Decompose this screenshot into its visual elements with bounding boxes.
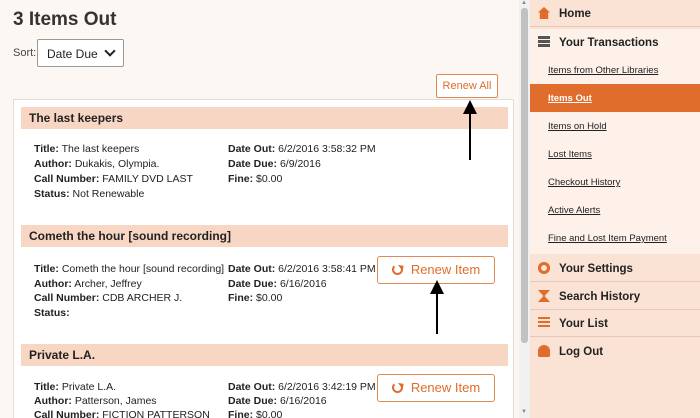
item-date-out: Date Out: 6/2/2016 3:58:32 PM bbox=[228, 143, 376, 155]
item-fine: Fine: $0.00 bbox=[228, 292, 283, 304]
item-header: The last keepers bbox=[21, 107, 508, 129]
item-date-due: Date Due: 6/16/2016 bbox=[228, 278, 327, 290]
sort-selected-value: Date Due bbox=[47, 47, 98, 61]
item-call-number: Call Number: CDB ARCHER J. bbox=[34, 292, 183, 304]
sidebar-item-your-list[interactable]: Your List bbox=[530, 310, 700, 337]
home-icon bbox=[538, 7, 550, 19]
annotation-arrow bbox=[430, 280, 444, 334]
sidebar-item-items-from-other-libraries[interactable]: Items from Other Libraries bbox=[530, 56, 700, 84]
sidebar-item-items-on-hold[interactable]: Items on Hold bbox=[530, 112, 700, 140]
gear-icon bbox=[538, 262, 550, 274]
item-status: Status: bbox=[34, 307, 70, 319]
items-out-list: The last keepers Title: The last keepers… bbox=[13, 99, 514, 418]
item-fine: Fine: $0.00 bbox=[228, 409, 283, 418]
transactions-icon bbox=[538, 36, 550, 48]
scroll-thumb[interactable] bbox=[521, 8, 528, 343]
item-fine: Fine: $0.00 bbox=[228, 173, 283, 185]
item-title: Title: The last keepers bbox=[34, 143, 140, 155]
chevron-down-icon bbox=[104, 45, 116, 57]
sidebar: Home Your Transactions Items from Other … bbox=[530, 0, 700, 418]
item-author: Author: Dukakis, Olympia. bbox=[34, 158, 160, 170]
sidebar-item-active-alerts[interactable]: Active Alerts bbox=[530, 196, 700, 224]
renew-all-button[interactable]: Renew All bbox=[436, 74, 498, 98]
refresh-icon bbox=[391, 382, 403, 393]
sort-dropdown[interactable]: Date Due bbox=[37, 39, 124, 67]
sort-label: Sort: bbox=[13, 47, 37, 59]
item-call-number: Call Number: FICTION PATTERSON bbox=[34, 409, 210, 418]
page-title: 3 Items Out bbox=[13, 9, 117, 30]
sidebar-item-your-transactions[interactable]: Your Transactions bbox=[530, 29, 700, 56]
item-date-out: Date Out: 6/2/2016 3:42:19 PM bbox=[228, 381, 376, 393]
item-date-out: Date Out: 6/2/2016 3:58:41 PM bbox=[228, 263, 376, 275]
sidebar-item-label: Your Transactions bbox=[559, 37, 659, 49]
item-status: Status: Not Renewable bbox=[34, 188, 145, 200]
sidebar-item-log-out[interactable]: Log Out bbox=[530, 338, 700, 365]
sidebar-item-lost-items[interactable]: Lost Items bbox=[530, 140, 700, 168]
sidebar-item-search-history[interactable]: Search History bbox=[530, 283, 700, 310]
sidebar-item-fine-and-lost-item-payment[interactable]: Fine and Lost Item Payment bbox=[530, 224, 700, 254]
sidebar-item-label: Search History bbox=[559, 291, 641, 303]
scrollbar[interactable]: ▲ ▼ bbox=[519, 0, 530, 418]
hourglass-icon bbox=[538, 290, 550, 302]
sidebar-item-label: Your Settings bbox=[559, 263, 633, 275]
sidebar-item-label: Your List bbox=[559, 318, 608, 330]
renew-item-label: Renew Item bbox=[410, 262, 481, 277]
main-content: 3 Items Out Sort: Date Due Renew All The… bbox=[0, 0, 519, 418]
sidebar-item-your-settings[interactable]: Your Settings bbox=[530, 255, 700, 282]
item-date-due: Date Due: 6/9/2016 bbox=[228, 158, 321, 170]
sidebar-item-label: Home bbox=[559, 8, 591, 20]
sidebar-item-items-out[interactable]: Items Out bbox=[530, 84, 700, 112]
scroll-up-icon[interactable]: ▲ bbox=[521, 0, 527, 6]
item-header: Cometh the hour [sound recording] bbox=[21, 225, 508, 247]
renew-item-label: Renew Item bbox=[410, 380, 481, 395]
item-title: Title: Private L.A. bbox=[34, 381, 117, 393]
item-author: Author: Archer, Jeffrey bbox=[34, 278, 142, 290]
item-call-number: Call Number: FAMILY DVD LAST bbox=[34, 173, 193, 185]
sidebar-item-home[interactable]: Home bbox=[530, 0, 700, 27]
logout-icon bbox=[538, 345, 550, 357]
renew-item-button[interactable]: Renew Item bbox=[377, 374, 495, 402]
scroll-down-icon[interactable]: ▼ bbox=[521, 409, 527, 415]
item-header: Private L.A. bbox=[21, 344, 508, 366]
refresh-icon bbox=[391, 264, 403, 275]
item-title: Title: Cometh the hour [sound recording] bbox=[34, 263, 225, 275]
sidebar-item-checkout-history[interactable]: Checkout History bbox=[530, 168, 700, 196]
annotation-arrow bbox=[463, 100, 477, 160]
item-date-due: Date Due: 6/16/2016 bbox=[228, 395, 327, 407]
item-author: Author: Patterson, James bbox=[34, 395, 157, 407]
list-icon bbox=[538, 317, 550, 329]
sidebar-item-label: Log Out bbox=[559, 346, 604, 358]
